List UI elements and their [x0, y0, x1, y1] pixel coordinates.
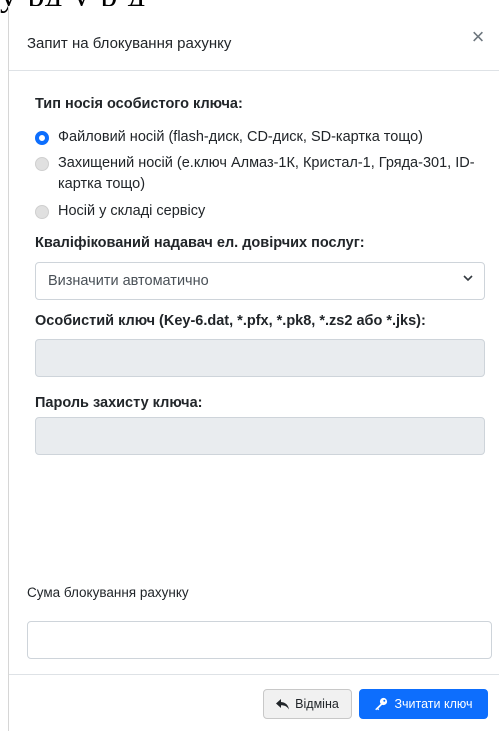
radio-protected-carrier[interactable]: Захищений носій (е.ключ Алмаз-1К, Криста…: [35, 155, 488, 195]
footer-divider: [9, 674, 499, 675]
password-label: Пароль захисту ключа:: [35, 395, 203, 411]
radio-label: Носій у складі сервісу: [58, 203, 206, 219]
block-amount-label: Сума блокування рахунку: [27, 585, 189, 600]
radio-label: Захищений носій (е.ключ Алмаз-1К, Криста…: [58, 155, 475, 192]
radio-unchecked-icon[interactable]: [35, 157, 49, 171]
block-account-modal: Запит на блокування рахунку × Тип носія …: [8, 6, 499, 731]
chevron-down-icon: [463, 275, 473, 282]
read-key-button[interactable]: Зчитати ключ: [359, 689, 488, 719]
cancel-button-label: Відміна: [295, 697, 339, 711]
radio-unchecked-icon[interactable]: [35, 205, 49, 219]
private-key-field[interactable]: [35, 339, 485, 377]
provider-label: Кваліфікований надавач ел. довірчих посл…: [35, 235, 365, 251]
close-icon[interactable]: ×: [467, 26, 489, 48]
reply-icon: [276, 698, 290, 709]
radio-file-carrier[interactable]: Файловий носій (flash-диск, CD-диск, SD-…: [35, 129, 488, 148]
provider-select-value: Визначити автоматично: [48, 273, 209, 289]
read-key-button-label: Зчитати ключ: [394, 697, 473, 711]
key-carrier-label: Тип носія особистого ключа:: [35, 96, 243, 112]
radio-service-carrier[interactable]: Носій у складі сервісу: [35, 203, 488, 222]
provider-select[interactable]: Визначити автоматично: [35, 262, 485, 300]
password-field[interactable]: [35, 417, 485, 455]
key-icon: [375, 697, 388, 711]
modal-header: Запит на блокування рахунку ×: [9, 6, 499, 71]
modal-title: Запит на блокування рахунку: [27, 35, 232, 52]
radio-label: Файловий носій (flash-диск, CD-диск, SD-…: [58, 129, 423, 145]
radio-checked-icon[interactable]: [35, 131, 49, 145]
cancel-button[interactable]: Відміна: [263, 689, 352, 719]
block-amount-input[interactable]: [27, 621, 492, 659]
private-key-label: Особистий ключ (Key-6.dat, *.pfx, *.pk8,…: [35, 313, 426, 329]
